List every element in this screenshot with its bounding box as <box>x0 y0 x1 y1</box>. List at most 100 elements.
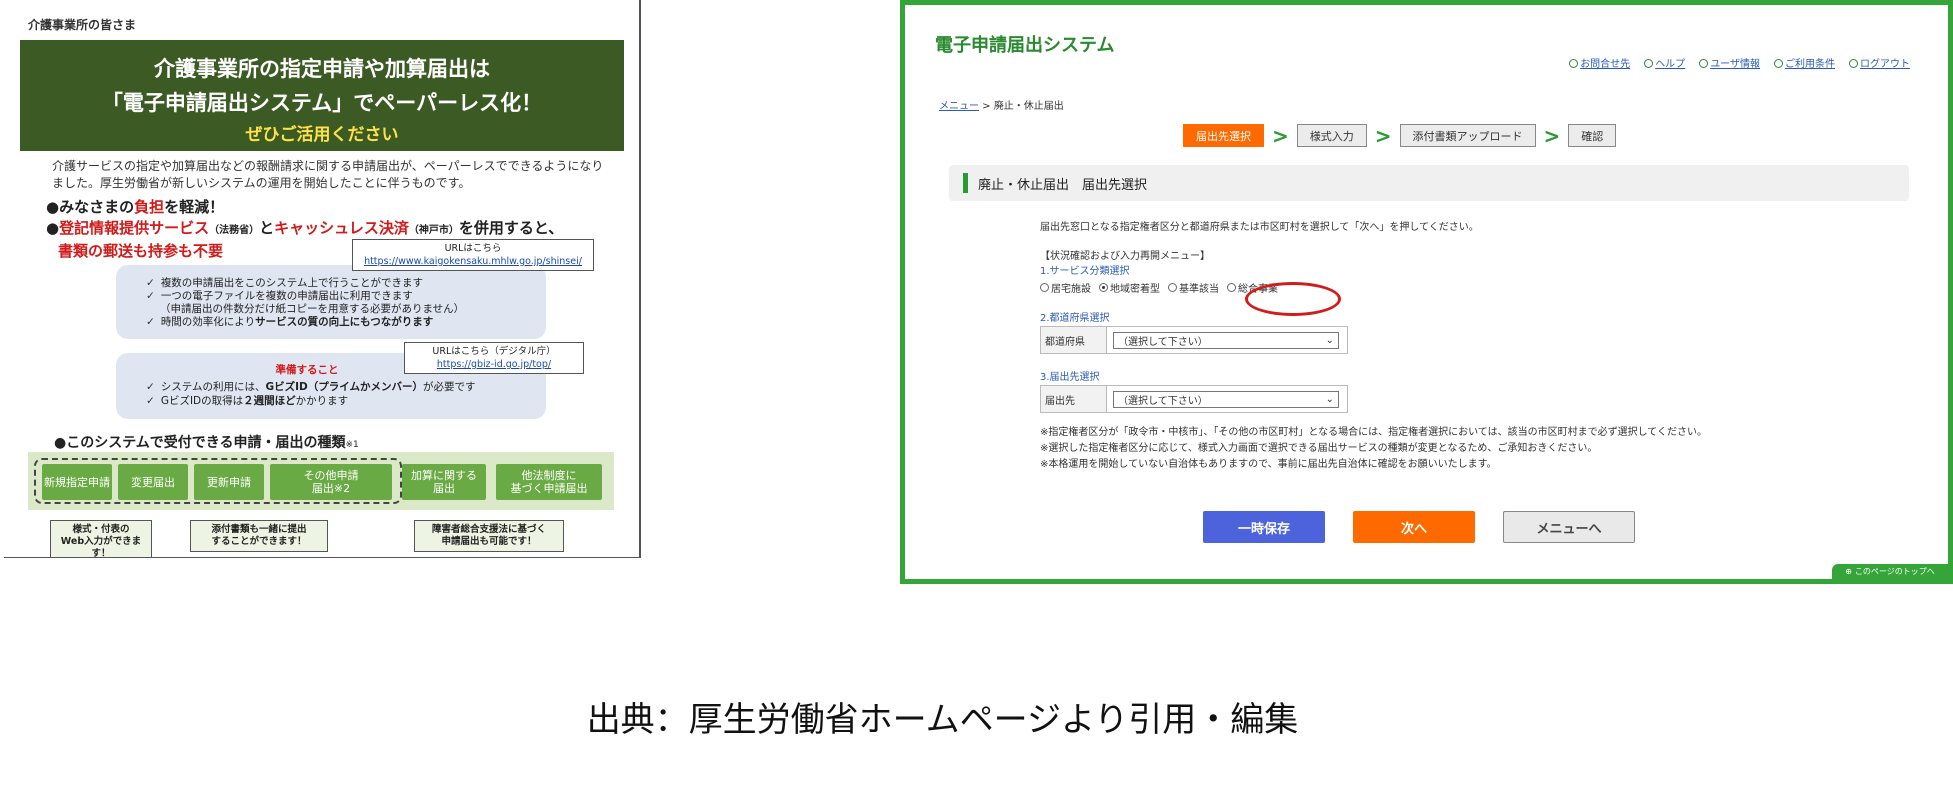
flyer-banner: 介護事業所の指定申請や加算届出は 「電子申請届出システム」でペーパーレス化！ ぜ… <box>20 40 624 151</box>
url-callout-mhlw: URLはこちら https://www.kaigokensaku.mhlw.go… <box>352 239 594 271</box>
bullet-text: を併用すると、 <box>458 219 564 237</box>
group-service-label: 1.サービス分類選択 <box>1040 266 1130 277</box>
source-caption: 出典：厚生労働省ホームページより引用・編集 <box>586 700 1299 740</box>
radio-circle[interactable] <box>1168 283 1177 292</box>
note-line: ※本格運用を開始していない自治体もありますので、事前に届出先自治体に確認をお願い… <box>1040 459 1497 470</box>
circle-arrow-icon <box>1569 59 1579 68</box>
callout-title: URLはこちら（デジタル庁） <box>432 346 556 357</box>
link-logout[interactable]: ログアウト <box>1849 55 1910 70</box>
kinds-title: ●このシステムで受付できる申請・届出の種類※1 <box>54 432 359 452</box>
chevron-right-icon: > <box>1272 123 1289 148</box>
check-icon: ✓ <box>146 290 155 302</box>
breadcrumb-menu-link[interactable]: メニュー <box>939 101 979 112</box>
link-user-info[interactable]: ユーザ情報 <box>1699 55 1760 70</box>
system-title: 電子申請届出システム <box>935 35 1115 56</box>
system-screen: 電子申請届出システム お問合せ先 ヘルプ ユーザ情報 ご利用条件 ログアウト メ… <box>900 0 1953 584</box>
radio-circle-selected[interactable] <box>1099 283 1108 292</box>
circle-arrow-icon <box>1699 59 1709 68</box>
kind-other-law: 他法制度に 基づく申請届出 <box>496 464 602 500</box>
highlight-circle <box>1245 282 1341 316</box>
header-links: お問合せ先 ヘルプ ユーザ情報 ご利用条件 ログアウト <box>1569 55 1910 70</box>
step-form-input: 様式入力 <box>1296 124 1367 147</box>
bullet-emphasis: 負担 <box>134 198 165 216</box>
breadcrumb-current: > 廃止・休止届出 <box>979 101 1064 112</box>
chevron-down-icon: ⌄ <box>1325 393 1334 405</box>
next-button[interactable]: 次へ <box>1353 511 1475 543</box>
bullet-text: を軽減！ <box>164 198 225 216</box>
chevron-right-icon: > <box>1543 123 1561 148</box>
callout-title: URLはこちら <box>444 243 502 254</box>
section-header: 廃止・休止届出 届出先選択 <box>949 165 1909 201</box>
link-terms[interactable]: ご利用条件 <box>1774 55 1835 70</box>
link-help[interactable]: ヘルプ <box>1644 55 1685 70</box>
prefecture-label: 都道府県 <box>1041 327 1107 353</box>
progress-steps: 届出先選択 > 様式入力 > 添付書類アップロード > 確認 <box>1183 123 1617 148</box>
destination-select[interactable]: （選択して下さい） ⌄ <box>1113 390 1339 408</box>
bullet-text: ● <box>46 219 60 237</box>
link-contact[interactable]: お問合せ先 <box>1569 55 1630 70</box>
radio-standard[interactable]: 基準該当 <box>1168 280 1219 295</box>
radio-circle[interactable] <box>1227 283 1236 292</box>
bullet-note: （神戸市） <box>408 225 459 236</box>
breadcrumb: メニュー > 廃止・休止届出 <box>939 97 1064 112</box>
prefecture-row: 都道府県 （選択して下さい） ⌄ <box>1040 326 1348 354</box>
benefit-item: ✓ 一つの電子ファイルを複数の申請届出に利用できます <box>146 290 528 303</box>
step-destination: 届出先選択 <box>1183 124 1264 147</box>
status-menu-link[interactable]: 【状況確認および入力再開メニュー】 <box>1040 247 1900 262</box>
page-top-link[interactable]: ⊕ このページのトップへ <box>1832 564 1948 579</box>
prefecture-select[interactable]: （選択して下さい） ⌄ <box>1113 331 1339 349</box>
preparation-item: ✓ システムの利用には、GビズID（プライムかメンバー）が必要です <box>146 380 528 394</box>
form-instruction: 届出先窓口となる指定権者区分と都道府県または市区町村を選択して「次へ」を押してく… <box>1040 222 1479 233</box>
bullet-emphasis: 登記情報提供サービス <box>59 219 210 237</box>
bullet-note: （法務省） <box>209 225 260 236</box>
temp-save-button[interactable]: 一時保存 <box>1203 511 1325 543</box>
callout-url[interactable]: https://www.kaigokensaku.mhlw.go.jp/shin… <box>357 255 589 268</box>
radio-label: 居宅施設 <box>1051 284 1091 295</box>
benefits-box: ✓ 複数の申請届出をこのシステム上で行うことができます ✓ 一つの電子ファイルを複数… <box>116 265 546 339</box>
prep-text: GビズIDの取得は <box>160 395 244 407</box>
kinds-title-text: ●このシステムで受付できる申請・届出の種類 <box>54 435 346 451</box>
radio-circle[interactable] <box>1040 283 1049 292</box>
check-icon: ✓ <box>146 277 155 289</box>
page-top-text: このページのトップへ <box>1854 567 1935 576</box>
circle-arrow-icon <box>1644 59 1654 68</box>
circle-arrow-icon <box>1774 59 1783 68</box>
group-prefecture-label: 2.都道府県選択 <box>1040 313 1110 324</box>
link-text[interactable]: ヘルプ <box>1655 59 1685 70</box>
destination-row: 届出先 （選択して下さい） ⌄ <box>1040 385 1348 413</box>
link-text[interactable]: ログアウト <box>1860 59 1910 70</box>
kinds-footnote-mark: ※1 <box>345 440 359 450</box>
menu-button[interactable]: メニューへ <box>1503 511 1635 543</box>
link-text[interactable]: ユーザ情報 <box>1710 59 1760 70</box>
bullet-text: ●みなさまの <box>46 198 135 216</box>
bullet-emphasis: 書類の郵送も持参も不要 <box>58 242 224 260</box>
form-notes: ※指定権者区分が「政令市・中核市」、「その他の市区町村」となる場合には、指定権者… <box>1040 425 1900 473</box>
flyer-image: 介護事業所の皆さま 介護事業所の指定申請や加算届出は 「電子申請届出システム」で… <box>4 0 641 558</box>
benefit-item: ✓ 複数の申請届出をこのシステム上で行うことができます <box>146 277 528 290</box>
link-text[interactable]: お問合せ先 <box>1580 59 1630 70</box>
note-line: ※選択した指定権者区分に応じて、様式入力画面で選択できる届出サービスの種類が変更… <box>1040 443 1598 454</box>
action-buttons: 一時保存 次へ メニューへ <box>1203 511 1635 543</box>
note-line: ※指定権者区分が「政令市・中核市」、「その他の市区町村」となる場合には、指定権者… <box>1040 427 1707 438</box>
note-disability-law: 障害者総合支援法に基づく 申請届出も可能です！ <box>414 520 564 552</box>
preparation-item: ✓ GビズIDの取得は２週間ほどかかります <box>146 394 528 408</box>
prep-text: が必要です <box>423 381 476 393</box>
service-radio-group: 居宅施設 地域密着型 基準該当 総合事業 <box>1040 280 1900 295</box>
radio-label: 基準該当 <box>1179 284 1219 295</box>
prep-text: かかります <box>295 395 349 407</box>
banner-line-2: 「電子申請届出システム」でペーパーレス化！ <box>101 91 543 115</box>
prep-text: システムの利用には、 <box>160 381 266 393</box>
step-upload: 添付書類アップロード <box>1399 124 1536 147</box>
prep-emphasis: GビズID（プライムかメンバー） <box>265 381 424 393</box>
benefit-text: 時間の効率化により <box>160 316 256 328</box>
benefit-text: 一つの電子ファイルを複数の申請届出に利用できます <box>160 290 413 302</box>
callout-url[interactable]: https://gbiz-id.go.jp/top/ <box>409 358 579 371</box>
select-value: （選択して下さい） <box>1118 336 1208 348</box>
radio-home-facility[interactable]: 居宅施設 <box>1040 280 1091 295</box>
note-web-input: 様式・付表の Web入力ができます！ <box>50 520 152 557</box>
kind-addition: 加算に関する 届出 <box>402 464 486 500</box>
link-text[interactable]: ご利用条件 <box>1785 59 1835 70</box>
flyer-intro: 介護サービスの指定や加算届出などの報酬請求に関する申請届出が、ペーパーレスででき… <box>52 159 604 190</box>
radio-community[interactable]: 地域密着型 <box>1099 280 1160 295</box>
flyer-bullet-burden: ●みなさまの負担を軽減！ <box>46 196 224 217</box>
